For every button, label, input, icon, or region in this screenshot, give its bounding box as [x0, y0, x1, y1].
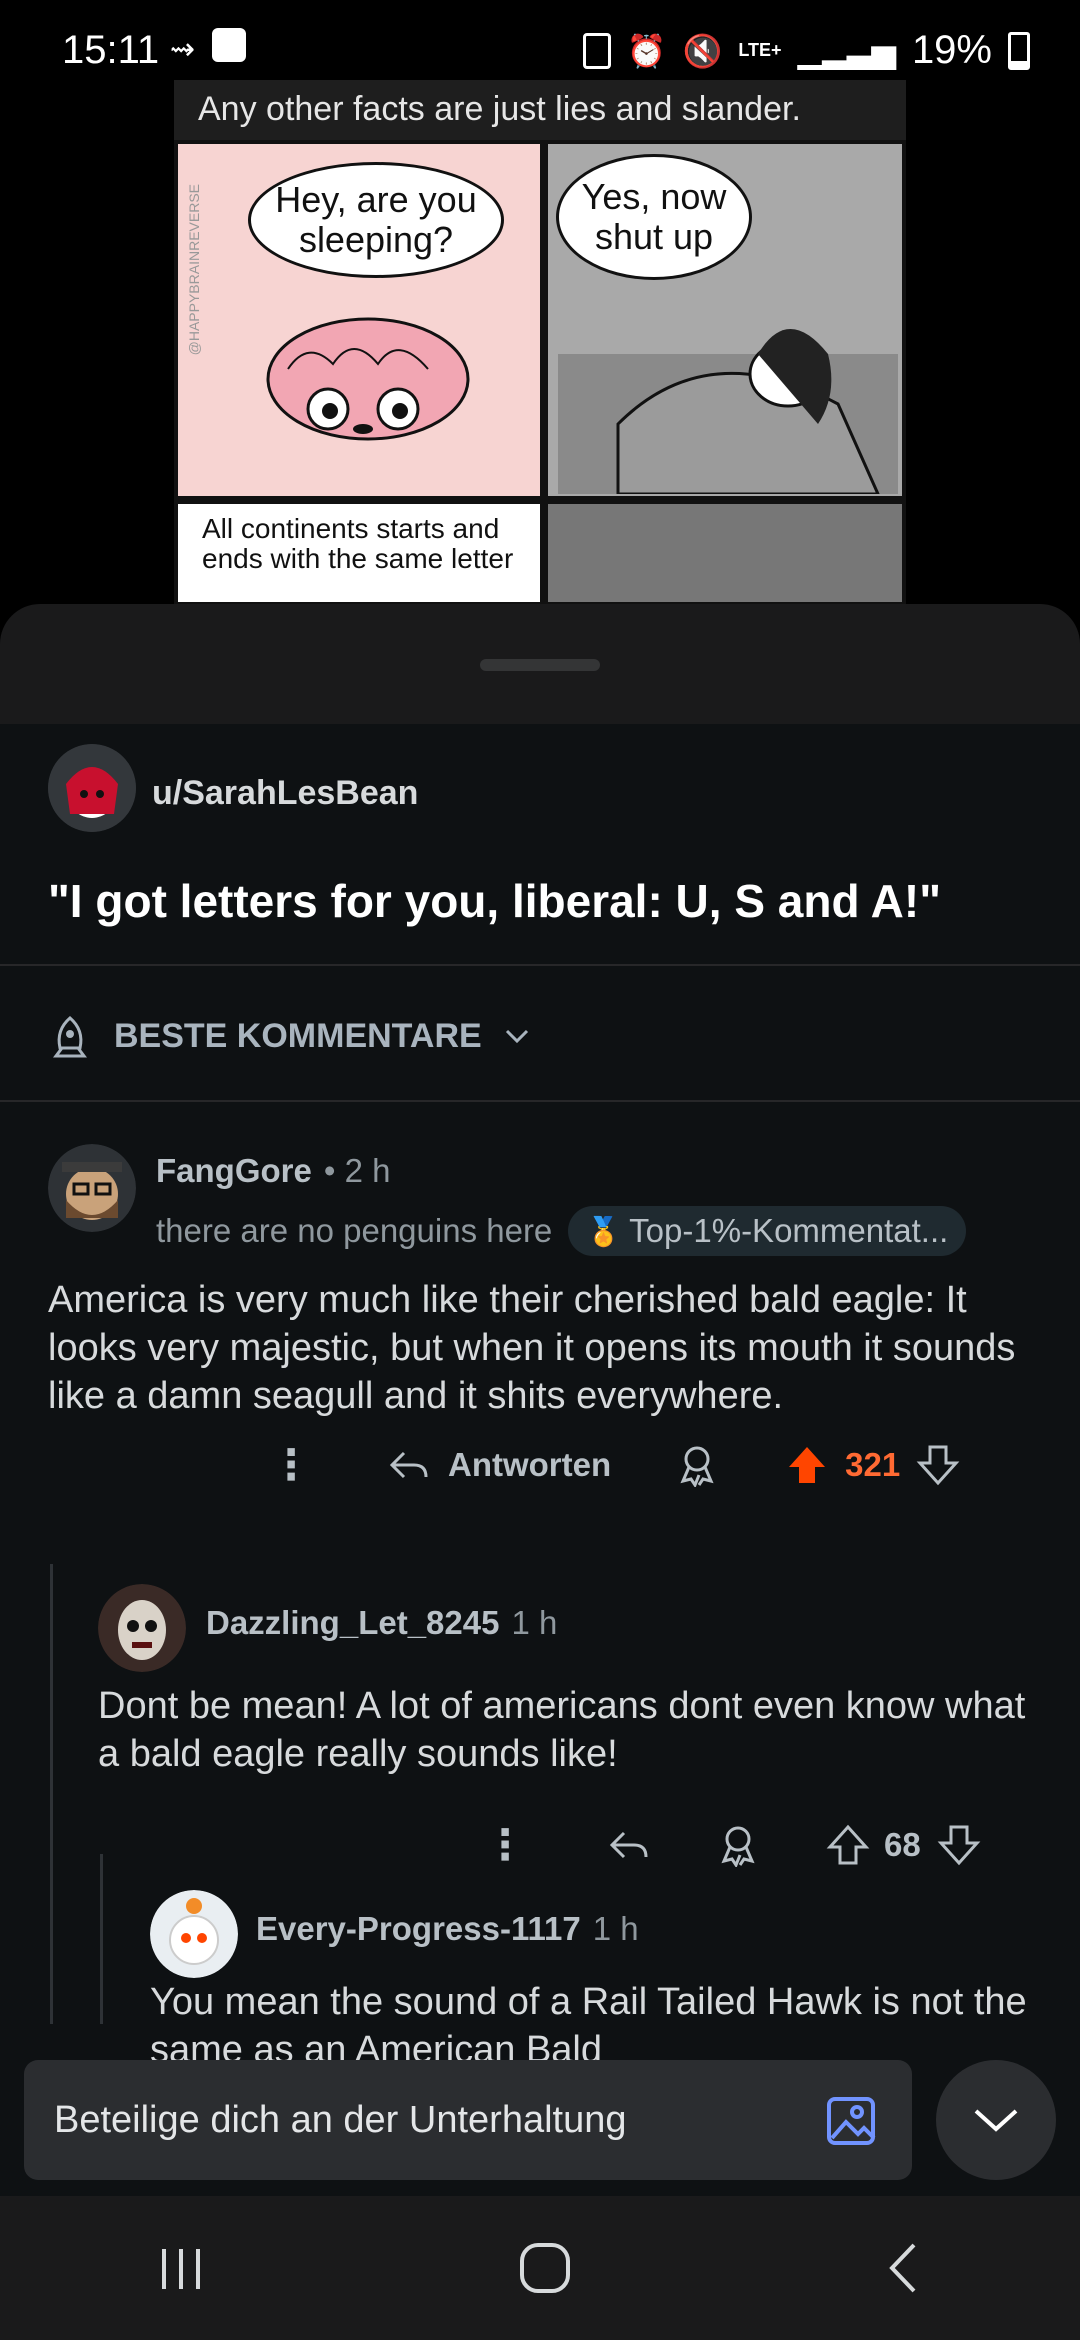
post-author[interactable]: u/SarahLesBean — [152, 774, 418, 813]
meme-bottom-text: All continents starts and ends with the … — [202, 513, 514, 574]
comment-header: Every-Progress-1117 1 h — [256, 1910, 639, 1948]
comment-composer[interactable]: Beteilige dich an der Unterhaltung — [24, 2060, 912, 2180]
comment-header: FangGore • 2 h — [156, 1152, 390, 1190]
post-header: u/SarahLesBean "I got letters for you, l… — [0, 724, 1080, 1564]
meme-panel-text: All continents starts and ends with the … — [174, 500, 544, 606]
comment-avatar[interactable] — [150, 1890, 238, 1978]
battery-percent: 19% — [911, 28, 992, 72]
status-icons: ⏰ 🔇 LTE+ ▁▂▃▅ 19% — [582, 28, 1030, 73]
badge-label: Top-1%-Kommentat... — [629, 1212, 949, 1249]
award-icon[interactable] — [675, 1443, 719, 1487]
comment-username[interactable]: Every-Progress-1117 — [256, 1910, 581, 1948]
comment-username[interactable]: FangGore — [156, 1152, 312, 1190]
post-image[interactable]: Hey, are you sleeping? @HAPPYBRAINREVERS… — [174, 140, 906, 606]
comment-username[interactable]: Dazzling_Let_8245 — [206, 1604, 499, 1642]
thread-line[interactable] — [50, 1564, 53, 2024]
thread-line[interactable] — [100, 1854, 103, 2024]
comment-time: • 2 h — [323, 1152, 391, 1189]
teams-icon — [212, 28, 246, 62]
sort-label: BESTE KOMMENTARE — [114, 1016, 482, 1055]
comment-avatar[interactable] — [98, 1584, 186, 1672]
reply-icon[interactable] — [386, 1445, 430, 1485]
chevron-down-icon — [505, 1029, 528, 1044]
section-divider — [0, 1100, 1080, 1102]
meme-panel-dark — [544, 500, 906, 606]
missed-call-icon: ⇝ — [170, 33, 196, 66]
sort-selector[interactable]: BESTE KOMMENTARE — [48, 1014, 530, 1058]
comments-sheet: u/SarahLesBean "I got letters for you, l… — [0, 604, 1080, 2196]
upvote-icon[interactable] — [826, 1823, 870, 1867]
comment-time: 1 h — [511, 1604, 558, 1641]
back-icon[interactable] — [884, 2241, 924, 2295]
user-flair: there are no penguins here — [156, 1212, 553, 1249]
meme-caption: Any other facts are just lies and slande… — [174, 80, 906, 140]
rocket-icon — [53, 1016, 87, 1058]
comment-flair-row: there are no penguins here 🏅 Top-1%-Komm… — [156, 1206, 967, 1256]
status-time: 15:11 — [62, 28, 160, 72]
downvote-icon[interactable] — [937, 1823, 981, 1867]
reply-icon[interactable] — [606, 1825, 650, 1865]
meme-panel-brain: Hey, are you sleeping? @HAPPYBRAINREVERS… — [174, 140, 544, 500]
comment-actions: ⋮ Antworten 321 — [270, 1440, 960, 1489]
system-nav-bar — [0, 2196, 1080, 2340]
comment-avatar[interactable] — [48, 1144, 136, 1232]
sleeping-girl-illustration — [558, 329, 898, 494]
comment-header: Dazzling_Let_8245 1 h — [206, 1604, 557, 1642]
reply-button[interactable]: Antworten — [448, 1446, 611, 1484]
comment-body: Dont be mean! A lot of americans dont ev… — [98, 1685, 1026, 1775]
alarm-icon: ⏰ — [626, 32, 667, 69]
recent-apps-icon[interactable] — [156, 2243, 206, 2293]
artist-watermark: @HAPPYBRAINREVERSE — [186, 184, 202, 356]
vote-count: 321 — [845, 1445, 901, 1483]
meme-panel-sleeping: Yes, now shut up — [544, 140, 906, 500]
battery-icon — [1008, 31, 1030, 70]
comment-body: America is very much like their cherishe… — [48, 1279, 1016, 1417]
section-divider — [0, 964, 1080, 966]
upvote-icon[interactable] — [785, 1443, 829, 1487]
brain-illustration — [266, 317, 470, 441]
mute-icon: 🔇 — [682, 32, 723, 69]
post-author-avatar[interactable] — [48, 744, 136, 832]
award-icon[interactable] — [716, 1823, 760, 1867]
speech-bubble-right: Yes, now shut up — [556, 154, 752, 280]
award-icon: 🏅 — [586, 1215, 622, 1247]
collapse-button[interactable] — [936, 2060, 1056, 2180]
vote-count: 68 — [884, 1825, 921, 1863]
home-icon[interactable] — [518, 2241, 572, 2295]
network-icon: LTE+ — [738, 40, 782, 60]
comment-actions: ⋮ 68 — [484, 1820, 981, 1869]
battery-saver-icon — [582, 32, 611, 69]
sheet-grabber[interactable] — [480, 659, 600, 671]
more-options-icon[interactable]: ⋮ — [484, 1820, 526, 1869]
signal-icon: ▁▂▃▅ — [797, 32, 896, 69]
image-upload-icon[interactable] — [826, 2096, 876, 2146]
chevron-down-icon — [974, 2109, 1018, 2132]
more-options-icon[interactable]: ⋮ — [270, 1440, 312, 1489]
post-title: "I got letters for you, liberal: U, S an… — [48, 875, 942, 927]
comment-time: 1 h — [592, 1910, 639, 1947]
downvote-icon[interactable] — [916, 1443, 960, 1487]
top-commenter-badge[interactable]: 🏅 Top-1%-Kommentat... — [568, 1206, 967, 1256]
composer-placeholder: Beteilige dich an der Unterhaltung — [54, 2098, 627, 2141]
comment-body: You mean the sound of a Rail Tailed Hawk… — [150, 1981, 1027, 2064]
speech-bubble-left: Hey, are you sleeping? — [248, 162, 504, 278]
